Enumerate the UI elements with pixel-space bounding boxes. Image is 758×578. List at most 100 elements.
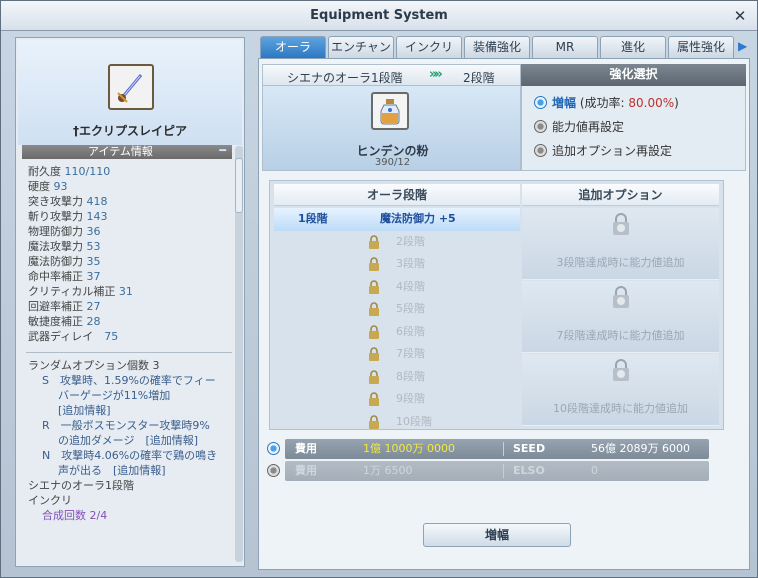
- item-name: †エクリプスレイピア: [72, 124, 187, 138]
- material-count: 390/12: [374, 157, 411, 168]
- lock-icon: [369, 324, 379, 339]
- scrollbar[interactable]: [235, 146, 243, 562]
- stat-row: クリティカル補正 31: [28, 285, 133, 298]
- radio-amplify[interactable]: 増幅 (成功率: 80.00%): [534, 94, 679, 112]
- stat-row: 敏捷度補正 28: [28, 315, 101, 328]
- rapier-icon: [108, 64, 154, 110]
- cost-row-elso[interactable]: 費用 1万 6500 ELSO 0: [267, 461, 709, 481]
- stat-row: 魔法防御力 35: [28, 255, 101, 268]
- stage-row: 3段階: [274, 253, 520, 276]
- tab-mr[interactable]: MR: [532, 36, 598, 58]
- tab-inkuri[interactable]: インクリ: [396, 36, 462, 58]
- lock-7-icon: [613, 286, 629, 308]
- stage-row-active: 1段階 魔法防御力 +5: [274, 208, 520, 231]
- stage-row: 6段階: [274, 321, 520, 344]
- stage-row: 5段階: [274, 298, 520, 321]
- random-option-line: R 一般ボスモンスター攻撃時9%: [42, 419, 210, 432]
- cost-row-seed[interactable]: 費用 1億 1000万 0000 SEED 56億 2089万 6000: [267, 439, 709, 459]
- lock-icon: [369, 234, 379, 249]
- stat-row: 命中率補正 37: [28, 270, 101, 283]
- stage-row: 2段階: [274, 231, 520, 254]
- synthesis-count: 合成回数 2/4: [42, 509, 108, 522]
- item-header: †エクリプスレイピア: [18, 40, 242, 145]
- random-options: ランダムオプション個数 3 S 攻撃時、1.59%の確率でフィー バーゲージが1…: [28, 358, 233, 523]
- material-box: ヒンデンの粉 390/12: [262, 86, 521, 171]
- double-arrow-icon: »»: [429, 67, 443, 82]
- random-option-line[interactable]: の追加ダメージ [追加情報]: [28, 433, 233, 448]
- col-option-header: 追加オプション: [522, 184, 719, 206]
- item-info-header-label: アイテム情報: [88, 145, 153, 158]
- tab-equip-upgrade[interactable]: 装備強化: [464, 36, 530, 58]
- title-bar: Equipment System ✕: [1, 1, 757, 31]
- random-option-line: N 攻撃時4.06%の確率で鶏の鳴き: [42, 449, 218, 462]
- cost-bar: 費用 1億 1000万 0000 SEED 56億 2089万 6000: [285, 439, 709, 459]
- random-option-line: バーゲージが11%増加: [58, 389, 171, 402]
- scrollbar-thumb[interactable]: [235, 158, 243, 213]
- item-info-header: アイテム情報 ━: [22, 144, 232, 159]
- stage-row: 9段階: [274, 388, 520, 411]
- selection-box: 増幅 (成功率: 80.00%) 能力値再設定 追加オプション再設定: [521, 86, 746, 171]
- option-text: 3段階達成時に能力値追加: [556, 256, 685, 269]
- additional-info-link[interactable]: [追加情報]: [28, 403, 233, 418]
- tab-element-upgrade[interactable]: 属性強化: [668, 36, 734, 58]
- lock-icon: [369, 347, 379, 361]
- current-stage: シエナのオーラ1段階: [287, 71, 403, 85]
- elso-balance: 0: [591, 464, 598, 477]
- col-stage-header: オーラ段階: [274, 184, 520, 206]
- option-text: 7段階達成時に能力値追加: [556, 329, 685, 342]
- lock-icon: [369, 279, 379, 294]
- seed-balance: 56億 2089万 6000: [591, 442, 690, 455]
- lock-icon: [369, 414, 379, 429]
- option-block: 10段階達成時に能力値追加: [522, 354, 719, 426]
- tab-aura[interactable]: オーラ: [260, 36, 326, 58]
- stat-row: 突き攻撃力 418: [28, 195, 108, 208]
- stat-row: 斬り攻撃力 143: [28, 210, 108, 223]
- radio-icon[interactable]: [534, 144, 547, 157]
- stage-row: 7段階: [274, 343, 520, 366]
- tab-evolution[interactable]: 進化: [600, 36, 666, 58]
- radio-reset-stats[interactable]: 能力値再設定: [534, 118, 624, 136]
- radio-reset-options[interactable]: 追加オプション再設定: [534, 142, 672, 160]
- divider: [26, 352, 232, 353]
- tab-bar: オーラ エンチャント インクリ 装備強化 MR 進化 属性強化: [260, 36, 750, 74]
- cost-radio-icon[interactable]: [267, 464, 280, 477]
- tab-enchant[interactable]: エンチャント: [328, 36, 394, 74]
- next-stage: 2段階: [463, 71, 495, 85]
- collapse-icon[interactable]: ━: [219, 144, 226, 158]
- cost-value: 1億 1000万 0000: [363, 442, 455, 455]
- stat-list: 耐久度 110/110 硬度 93 突き攻撃力 418 斬り攻撃力 143 物理…: [28, 164, 228, 344]
- equipment-window: Equipment System ✕ †エクリプスレイピア アイテム情報 ━ 耐…: [0, 0, 758, 578]
- item-info-panel: †エクリプスレイピア アイテム情報 ━ 耐久度 110/110 硬度 93 突き…: [15, 37, 245, 567]
- random-option-line[interactable]: 声が出る [追加情報]: [28, 463, 233, 478]
- powder-bottle-icon: [371, 92, 409, 130]
- stat-row: 回避率補正 27: [28, 300, 101, 313]
- option-text: 10段階達成時に能力値追加: [553, 402, 688, 415]
- window-title: Equipment System: [310, 8, 448, 23]
- stage-row: 4段階: [274, 276, 520, 299]
- stat-row: 硬度 93: [28, 180, 68, 193]
- cost-value: 1万 6500: [363, 464, 413, 477]
- stage-row: 8段階: [274, 366, 520, 389]
- lock-icon: [369, 392, 379, 406]
- stage-row: 10段階: [274, 411, 520, 429]
- random-option-line: S 攻撃時、1.59%の確率でフィー: [42, 374, 216, 387]
- selection-header: 強化選択: [521, 64, 746, 86]
- close-icon[interactable]: ✕: [731, 7, 749, 25]
- cost-radio-selected-icon[interactable]: [267, 442, 280, 455]
- amplify-button[interactable]: 増幅: [423, 523, 571, 547]
- upgrade-header: シエナのオーラ1段階 »» 2段階: [262, 64, 521, 86]
- radio-selected-icon[interactable]: [534, 96, 547, 109]
- random-option-count: ランダムオプション個数 3: [28, 359, 160, 372]
- inkuri-label: インクリ: [28, 494, 72, 507]
- lock-3-icon: [613, 213, 629, 235]
- cost-bar: 費用 1万 6500 ELSO 0: [285, 461, 709, 481]
- lock-icon: [369, 257, 379, 271]
- lock-icon: [369, 369, 379, 384]
- option-block: 3段階達成時に能力値追加: [522, 208, 719, 280]
- stat-row: 耐久度 110/110: [28, 165, 111, 178]
- aura-level: シエナのオーラ1段階: [28, 479, 134, 492]
- tab-scroll-right-icon[interactable]: ▶: [738, 39, 748, 55]
- lock-10-icon: [613, 359, 629, 381]
- option-block: 7段階達成時に能力値追加: [522, 281, 719, 353]
- radio-icon[interactable]: [534, 120, 547, 133]
